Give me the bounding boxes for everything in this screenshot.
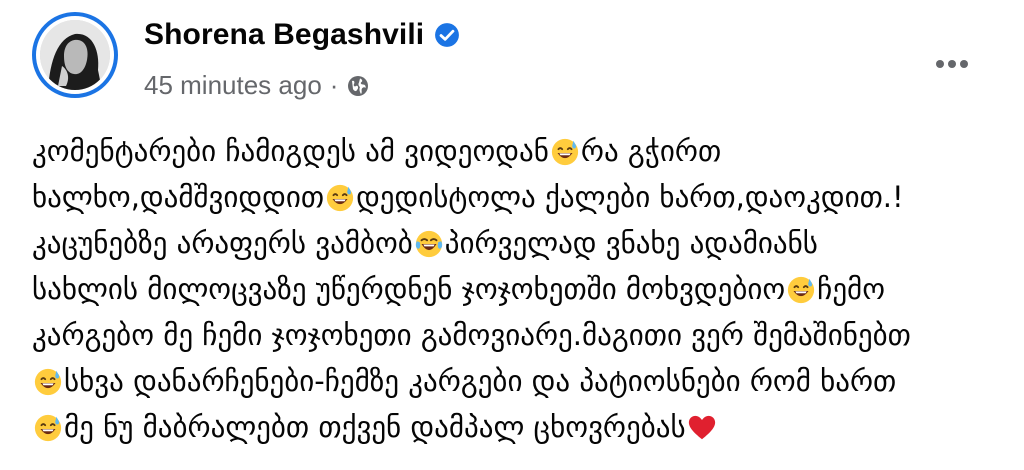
- post-text-segment: კაცუნებზე არაფერს ვამბობ: [32, 226, 413, 260]
- red-heart-emoji: [687, 410, 717, 440]
- sweat-smile-emoji: [33, 364, 63, 396]
- post-text-segment: სხვა დანარჩენები-ჩემზე კარგები და პატიოს…: [64, 364, 897, 398]
- post-timestamp[interactable]: 45 minutes ago: [144, 70, 322, 101]
- post-text-segment: მე ნუ მაბრალებთ თქვენ დამპალ ცხოვრებას: [64, 410, 686, 444]
- globe-icon[interactable]: [346, 74, 370, 98]
- post-header: Shorena Begashvili 45 minutes ago ·: [32, 12, 992, 112]
- post-text-segment: კარგებო მე ჩემი ჯოჯოხეთი გამოვიარე.მაგით…: [32, 318, 911, 352]
- author-avatar[interactable]: [40, 20, 110, 90]
- post-text-segment: დედისტოლა ქალები ხართ,დაოკდით.!: [356, 180, 904, 214]
- post-text-line: სახლის მილოცვაზე უწერდნენ ჯოჯოხეთში მოხვ…: [32, 266, 1002, 312]
- sweat-smile-emoji: [786, 272, 816, 304]
- post-text-segment: პირველად ვნახე ადამიანს: [444, 226, 818, 260]
- post-text-line: მე ნუ მაბრალებთ თქვენ დამპალ ცხოვრებას: [32, 404, 1002, 450]
- sweat-smile-emoji: [33, 410, 63, 442]
- more-options-button[interactable]: [928, 44, 976, 84]
- meta-separator: ·: [329, 70, 339, 100]
- post-text-line: სხვა დანარჩენები-ჩემზე კარგები და პატიოს…: [32, 358, 1002, 404]
- sweat-smile-emoji: [550, 134, 580, 166]
- sweat-smile-emoji: [325, 180, 355, 212]
- post-text-line: ხალხო,დამშვიდდით დედისტოლა ქალები ხართ,და…: [32, 174, 1002, 220]
- post-text-line: კარგებო მე ჩემი ჯოჯოხეთი გამოვიარე.მაგით…: [32, 312, 1002, 358]
- post-text-segment: ხალხო,დამშვიდდით: [32, 180, 325, 214]
- post-text-line: კომენტარები ჩამიგდეს ამ ვიდეოდან რა გჭირთ: [32, 128, 1002, 174]
- story-ring[interactable]: [32, 12, 118, 98]
- post-text-segment: ჩემო: [817, 272, 885, 306]
- post-text-segment: სახლის მილოცვაზე უწერდნენ ჯოჯოხეთში მოხვ…: [32, 272, 786, 306]
- author-name[interactable]: Shorena Begashvili: [144, 18, 424, 52]
- post-text-segment: კომენტარები ჩამიგდეს ამ ვიდეოდან: [32, 134, 549, 168]
- tears-of-joy-emoji: [414, 226, 444, 258]
- author-row: Shorena Begashvili: [144, 18, 460, 52]
- more-options-icon: [936, 60, 968, 68]
- post-text-line: კაცუნებზე არაფერს ვამბობ პირველად ვნახე ა…: [32, 220, 1002, 266]
- post-text: კომენტარები ჩამიგდეს ამ ვიდეოდან რა გჭირთ…: [32, 128, 1002, 450]
- verified-badge-icon: [435, 23, 460, 47]
- post-meta: 45 minutes ago ·: [144, 70, 370, 101]
- facebook-post: Shorena Begashvili 45 minutes ago · კომე…: [0, 0, 1024, 470]
- post-text-segment: რა გჭირთ: [580, 134, 722, 168]
